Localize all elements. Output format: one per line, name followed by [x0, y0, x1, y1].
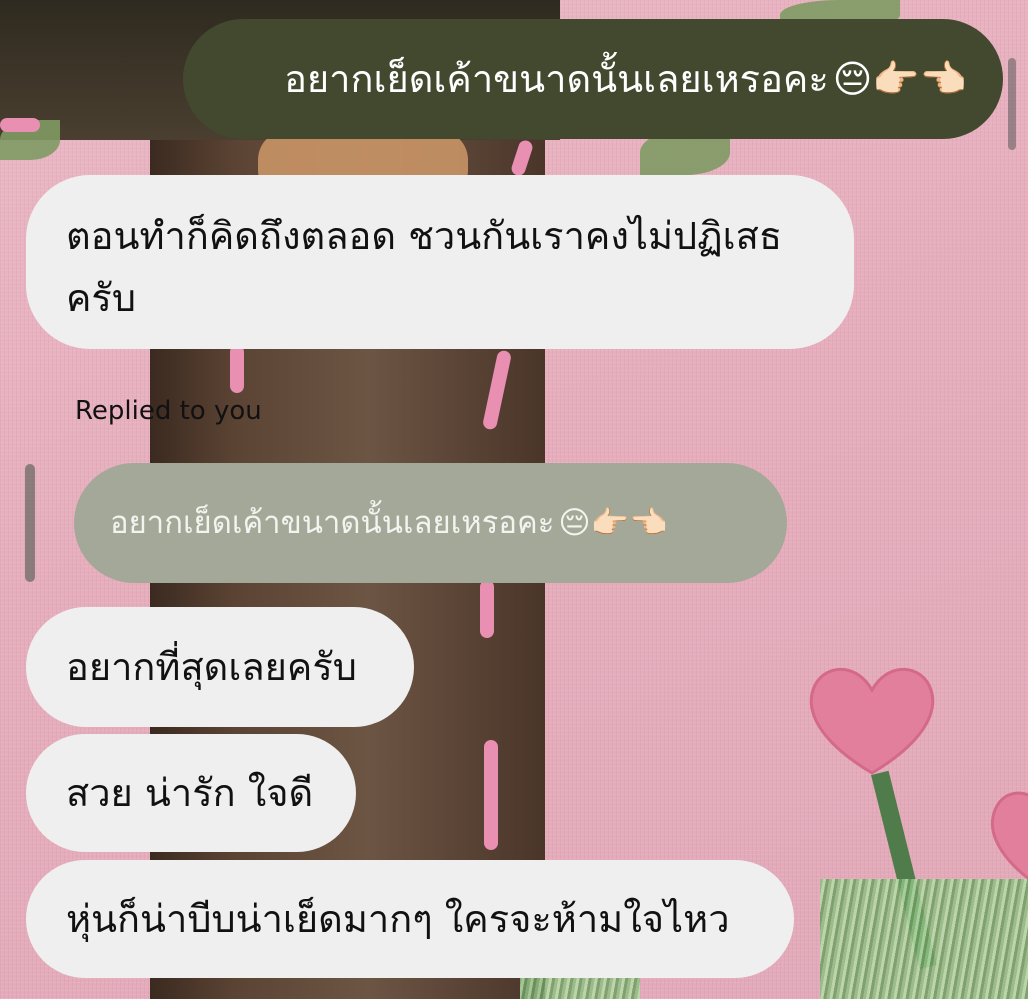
- received-message-text: สวย น่ารัก ใจดี: [66, 771, 314, 815]
- quoted-message-text: อยากเย็ดเค้าขนาดนั้นเลยเหรอคะ: [110, 505, 555, 541]
- received-message-bubble[interactable]: อยากที่สุดเลยครับ: [26, 607, 414, 727]
- message-thread: อยากเย็ดเค้าขนาดนั้นเลยเหรอคะ 😔👉🏻👈🏻 ตอนท…: [0, 0, 1028, 999]
- reply-indicator-bar: [25, 464, 35, 582]
- quoted-message-bubble[interactable]: อยากเย็ดเค้าขนาดนั้นเลยเหรอคะ 😔👉🏻👈🏻: [74, 463, 787, 583]
- sad-pointing-emoji: 😔👉🏻👈🏻: [832, 57, 967, 101]
- received-message-text: ตอนทำก็คิดถึงตลอด ชวนกันเราคงไม่ปฏิเสธคร…: [66, 214, 783, 320]
- received-message-text: หุ่นก็น่าบีบน่าเย็ดมากๆ ใครจะห้ามใจไหว: [66, 897, 730, 941]
- received-message-bubble[interactable]: หุ่นก็น่าบีบน่าเย็ดมากๆ ใครจะห้ามใจไหว: [26, 860, 794, 978]
- received-message-bubble[interactable]: ตอนทำก็คิดถึงตลอด ชวนกันเราคงไม่ปฏิเสธคร…: [26, 175, 854, 349]
- sad-pointing-emoji: 😔👉🏻👈🏻: [558, 505, 668, 541]
- reply-context-label: Replied to you: [75, 396, 262, 426]
- received-message-bubble[interactable]: สวย น่ารัก ใจดี: [26, 734, 356, 852]
- received-message-text: อยากที่สุดเลยครับ: [66, 645, 357, 689]
- sent-message-bubble[interactable]: อยากเย็ดเค้าขนาดนั้นเลยเหรอคะ 😔👉🏻👈🏻: [183, 19, 1003, 139]
- sent-message-text: อยากเย็ดเค้าขนาดนั้นเลยเหรอคะ: [284, 57, 829, 101]
